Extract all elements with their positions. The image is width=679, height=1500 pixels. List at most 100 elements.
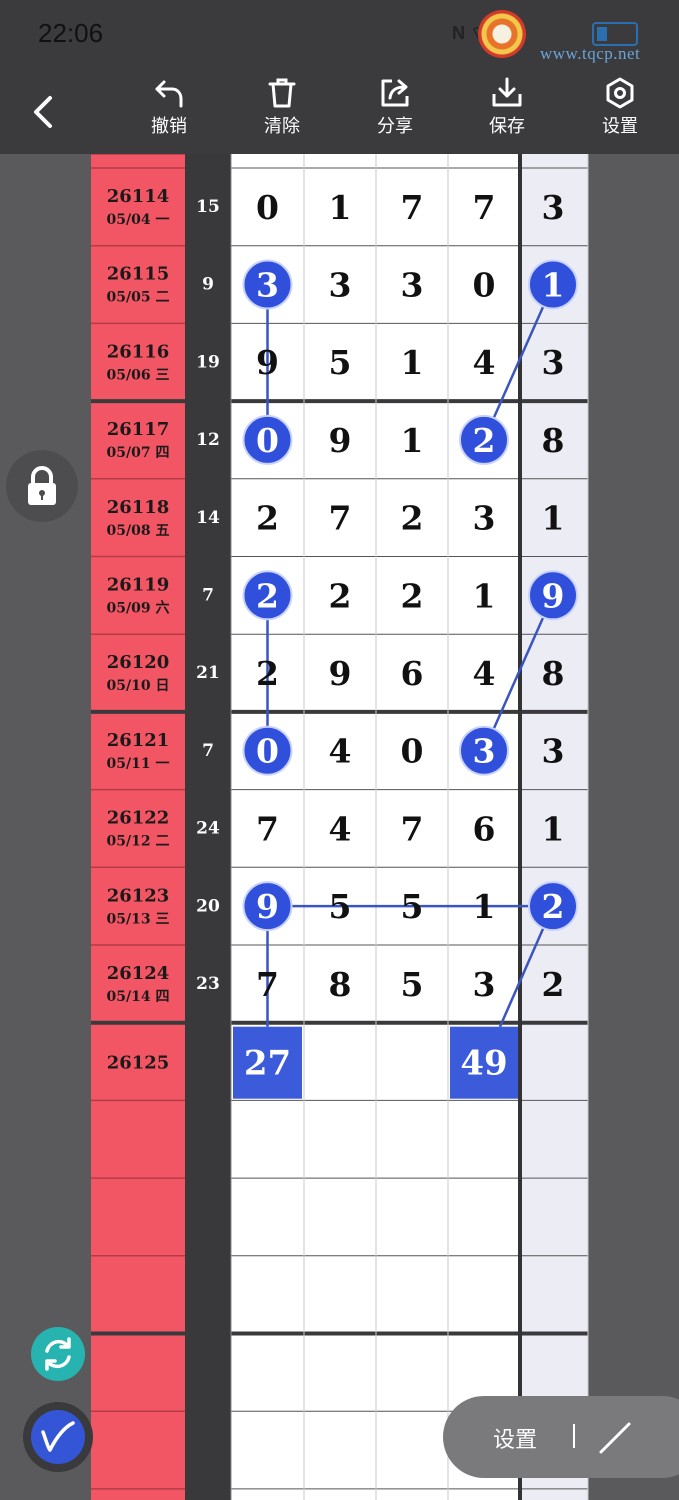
share-label: 分享: [377, 116, 413, 137]
digit-cell: 7: [401, 809, 424, 848]
hexagon-settings-icon: [606, 77, 634, 109]
digit-cell: 0: [256, 188, 279, 227]
status-bar: 22:06 N ⌔ ıll www.tqcp.net: [0, 0, 679, 70]
issue-date: 05/08 五: [107, 523, 170, 539]
digit-cell: 3: [473, 965, 496, 1004]
lock-icon: [28, 466, 56, 505]
share-button[interactable]: 分享: [365, 76, 425, 148]
answer-value: 27: [244, 1044, 291, 1084]
undo-button[interactable]: 撤销: [139, 76, 199, 148]
marked-digit: 2: [542, 887, 565, 926]
issue-number: 26114: [107, 186, 170, 207]
digit-cell: 3: [542, 188, 565, 227]
chevron-left-icon: [34, 96, 52, 128]
watermark-logo-icon: [478, 10, 526, 58]
save-label: 保存: [489, 116, 525, 137]
digit-cell: 1: [542, 809, 565, 848]
marked-digit: 0: [256, 421, 279, 460]
issue-number: 26125: [107, 1053, 170, 1074]
digit-cell: 3: [542, 343, 565, 382]
lock-button[interactable]: [6, 450, 78, 522]
trash-icon: [268, 78, 296, 108]
digit-cell: 7: [329, 499, 352, 538]
issue-date: 05/14 四: [107, 989, 170, 1005]
issue-date: 05/04 一: [107, 212, 170, 228]
marked-digit: 3: [256, 266, 279, 305]
digit-cell: 9: [329, 654, 352, 693]
digit-cell: 3: [401, 266, 424, 305]
sum-value: 23: [196, 974, 220, 994]
share-icon: [381, 79, 409, 107]
digit-cell: 0: [473, 266, 496, 305]
marked-digit: 3: [473, 732, 496, 771]
digit-cell: 7: [256, 965, 279, 1004]
floating-toolbar: 设置: [443, 1396, 679, 1478]
digit-cell: 9: [256, 343, 279, 382]
sum-value: 9: [202, 275, 214, 295]
settings-button[interactable]: 设置: [590, 76, 650, 148]
digit-cell: 7: [401, 188, 424, 227]
floating-settings-button[interactable]: 设置: [493, 1422, 537, 1454]
digit-cell: 1: [329, 188, 352, 227]
save-button[interactable]: 保存: [477, 76, 537, 148]
back-button[interactable]: [26, 92, 62, 132]
pen-button-face: [31, 1410, 85, 1464]
trend-grid[interactable]: 2611405/04 一15 0 1 7 7 32611505/05 二9 3 3 3 0 1261…: [0, 154, 679, 1500]
undo-icon: [155, 80, 183, 108]
sum-value: 7: [202, 741, 214, 761]
sum-value: 21: [196, 663, 220, 683]
digit-cell: 4: [329, 732, 352, 771]
digit-cell: 1: [401, 343, 424, 382]
sum-value: 20: [196, 896, 220, 916]
digit-cell: 5: [401, 887, 424, 926]
digit-cell: 3: [329, 266, 352, 305]
digit-cell: 5: [401, 965, 424, 1004]
sum-value: 15: [196, 197, 220, 217]
floating-separator: [573, 1424, 575, 1448]
digit-cell: 2: [401, 576, 424, 615]
digit-cell: 5: [329, 887, 352, 926]
digit-cell: 8: [329, 965, 352, 1004]
line-tool-icon[interactable]: [593, 1416, 637, 1460]
digit-cell: 3: [473, 499, 496, 538]
issue-date: 05/13 三: [107, 911, 170, 927]
digit-cell: 2: [256, 654, 279, 693]
digit-cell: 4: [473, 343, 496, 382]
sum-value: 24: [196, 819, 220, 839]
sum-value: 14: [196, 508, 220, 528]
pen-icon: [41, 1421, 75, 1452]
download-icon: [492, 77, 522, 107]
digit-cell: 1: [473, 576, 496, 615]
sum-value: 12: [196, 430, 220, 450]
sum-value: 19: [196, 352, 220, 372]
toolbar: 撤销 清除 分享 保存 设置: [0, 70, 679, 154]
settings-label: 设置: [602, 116, 638, 137]
sync-icon: [45, 1337, 71, 1371]
digit-cell: 1: [473, 887, 496, 926]
sync-button[interactable]: [31, 1327, 85, 1381]
digit-cell: 4: [473, 654, 496, 693]
digit-cell: 2: [401, 499, 424, 538]
undo-label: 撤销: [151, 116, 187, 137]
digit-cell: 1: [542, 499, 565, 538]
issue-date: 05/12 二: [107, 834, 170, 850]
digit-cell: 2: [542, 965, 565, 1004]
issue-number: 26118: [107, 497, 170, 518]
marked-digit: 9: [542, 576, 565, 615]
issue-number: 26121: [107, 730, 170, 751]
clear-label: 清除: [264, 116, 300, 137]
issue-number: 26116: [107, 341, 170, 362]
watermark-text: www.tqcp.net: [540, 44, 641, 63]
issue-number: 26115: [107, 264, 170, 285]
digit-cell: 8: [542, 421, 565, 460]
digit-cell: 7: [256, 809, 279, 848]
answer-value: 49: [460, 1044, 507, 1084]
issue-number: 26124: [107, 963, 170, 984]
issue-number: 26122: [107, 808, 170, 829]
clear-button[interactable]: 清除: [252, 76, 312, 148]
pen-button[interactable]: [23, 1402, 93, 1472]
digit-cell: 0: [401, 732, 424, 771]
marked-digit: 2: [473, 421, 496, 460]
marked-digit: 2: [256, 576, 279, 615]
digit-cell: 6: [401, 654, 424, 693]
